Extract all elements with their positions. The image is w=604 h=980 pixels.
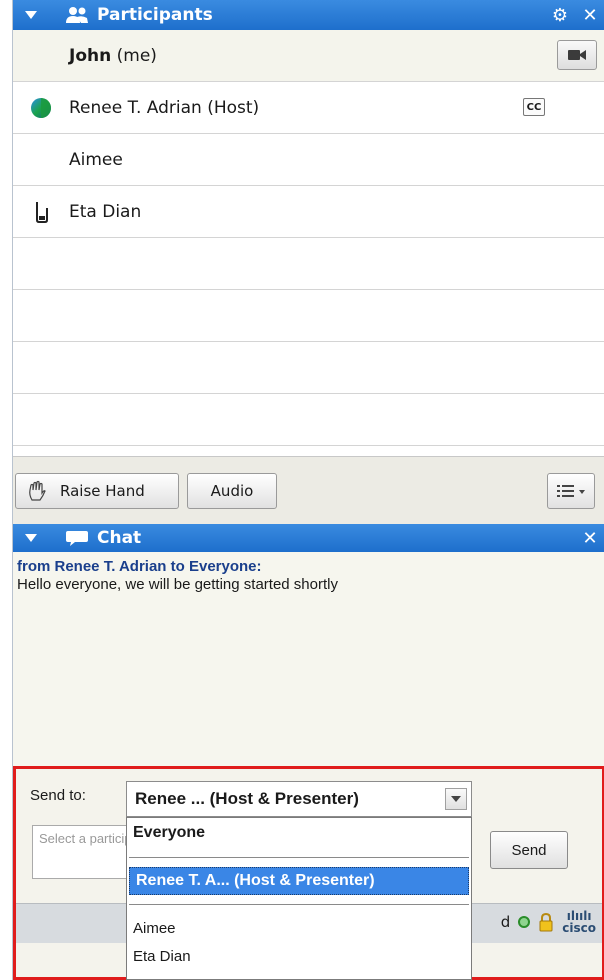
participant-row-aimee[interactable]: Aimee [13, 134, 604, 186]
status-text: d [500, 913, 511, 931]
empty-row [13, 342, 604, 394]
video-camera-icon [568, 50, 586, 60]
send-label: Send [511, 841, 547, 859]
participants-title: Participants [97, 5, 213, 25]
audio-label: Audio [210, 482, 254, 500]
dropdown-separator [129, 904, 469, 905]
dropdown-separator [129, 857, 469, 858]
empty-row [13, 394, 604, 446]
settings-gear-icon[interactable]: ⚙ [545, 5, 575, 26]
chat-send-area: Send to: Select a participant and enter … [13, 766, 604, 980]
chat-title: Chat [97, 528, 142, 548]
participant-row-eta[interactable]: Eta Dian [13, 186, 604, 238]
host-globe-icon [31, 97, 51, 118]
dropdown-option-host[interactable]: Renee T. A... (Host & Presenter) [129, 867, 469, 895]
close-icon[interactable]: ✕ [575, 528, 604, 549]
participant-name: Aimee [69, 149, 123, 170]
chat-bubble-icon [66, 531, 88, 546]
lock-icon [539, 912, 553, 932]
send-button[interactable]: Send [490, 831, 568, 869]
raise-hand-label: Raise Hand [60, 482, 145, 500]
dropdown-option-eta[interactable]: Eta Dian [127, 942, 471, 970]
list-menu-icon [557, 485, 585, 497]
participants-icon [66, 7, 88, 23]
empty-row [13, 290, 604, 342]
dropdown-arrow-icon[interactable] [445, 788, 467, 810]
chat-header[interactable]: Chat ✕ [13, 524, 604, 552]
collapse-caret-icon[interactable] [25, 11, 37, 19]
empty-row [13, 238, 604, 290]
cisco-logo: ılıılı cisco [562, 909, 596, 935]
chat-history: from Renee T. Adrian to Everyone: Hello … [13, 552, 604, 766]
participant-name: Eta Dian [69, 201, 142, 222]
raise-hand-icon [29, 480, 46, 501]
connection-status-icon [518, 916, 531, 928]
dropdown-option-everyone[interactable]: Everyone [127, 818, 471, 848]
participant-row-host[interactable]: Renee T. Adrian (Host) CC [13, 82, 604, 134]
participants-header[interactable]: Participants ⚙ ✕ [13, 0, 604, 30]
dropdown-option-aimee[interactable]: Aimee [127, 914, 471, 942]
chat-message-sender: from Renee T. Adrian to Everyone: [17, 558, 262, 575]
participant-name: John [69, 45, 112, 66]
phone-icon [36, 201, 48, 223]
video-camera-button[interactable] [557, 40, 597, 70]
close-icon[interactable]: ✕ [575, 5, 604, 26]
send-to-select[interactable]: Renee ... (Host & Presenter) [126, 781, 472, 817]
audio-button[interactable]: Audio [187, 473, 277, 509]
selected-recipient: Renee ... (Host & Presenter) [135, 789, 359, 808]
chat-message-text: Hello everyone, we will be getting start… [17, 576, 338, 593]
collapse-caret-icon[interactable] [25, 534, 37, 542]
closed-caption-icon[interactable]: CC [523, 98, 545, 116]
recipient-dropdown: Everyone Renee T. A... (Host & Presenter… [126, 817, 472, 980]
participants-toolbar: Raise Hand Audio [13, 456, 604, 524]
participants-list: John (me) Renee T. Adrian (Host) CC Aime… [13, 30, 604, 456]
participant-me-suffix: (me) [111, 45, 157, 66]
participant-menu-button[interactable] [547, 473, 595, 509]
raise-hand-button[interactable]: Raise Hand [15, 473, 179, 509]
participant-row-john[interactable]: John (me) [13, 30, 604, 82]
send-to-label: Send to: [30, 787, 86, 804]
meeting-panel: Participants ⚙ ✕ John (me) Renee T. Adri… [12, 0, 604, 980]
